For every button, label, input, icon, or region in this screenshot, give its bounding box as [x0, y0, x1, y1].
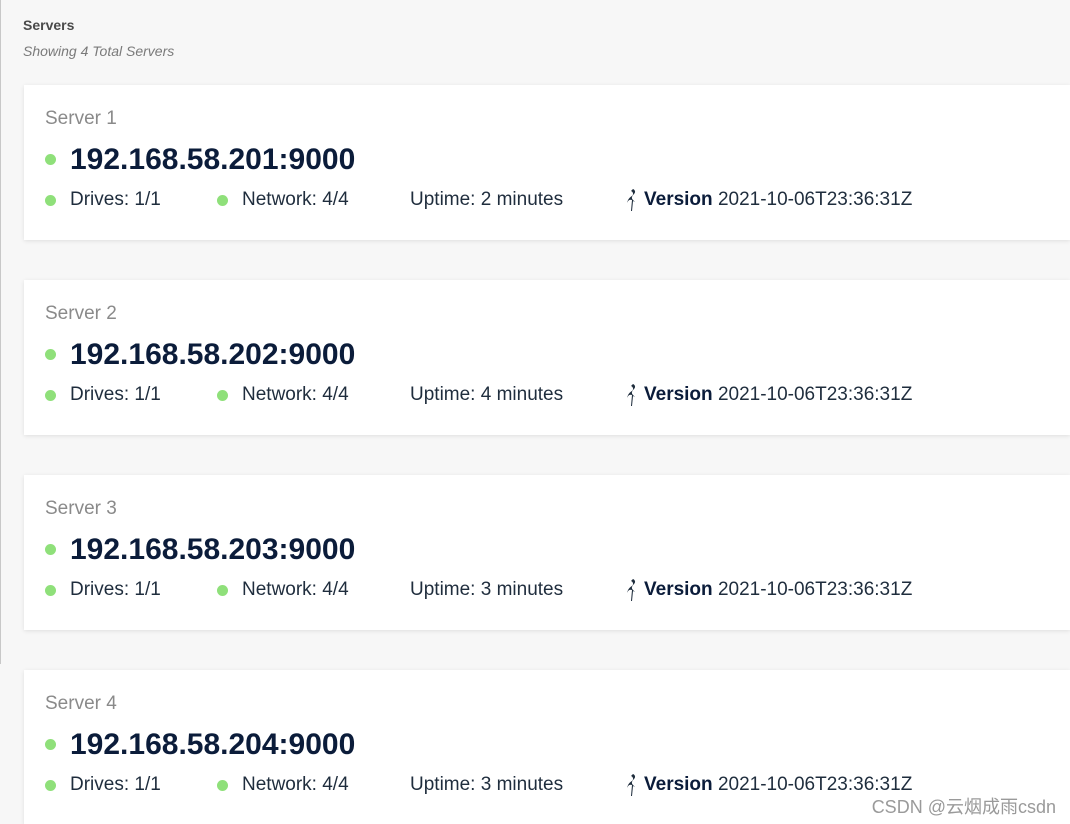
network-status-icon	[217, 585, 228, 596]
page-title: Servers	[23, 17, 75, 33]
server-status-icon	[45, 349, 56, 360]
uptime: Uptime: 2 minutes	[410, 189, 564, 210]
server-address: 192.168.58.203:9000	[70, 533, 356, 566]
version-info: Version 2021-10-06T23:36:31Z	[624, 383, 912, 407]
watermark-text: CSDN @云烟成雨csdn	[871, 797, 1056, 817]
network-count: Network: 4/4	[242, 384, 349, 405]
drives-status-icon	[45, 390, 56, 401]
version-label: Version	[644, 579, 713, 600]
drives-count: Drives: 1/1	[70, 774, 161, 795]
server-name: Server 4	[45, 693, 117, 714]
server-card[interactable]: Server 2 192.168.58.202:9000 Drives: 1/1…	[24, 280, 1070, 435]
version-info: Version 2021-10-06T23:36:31Z	[624, 578, 912, 602]
uptime: Uptime: 3 minutes	[410, 579, 564, 600]
drives-count: Drives: 1/1	[70, 189, 161, 210]
server-card[interactable]: Server 1 192.168.58.201:9000 Drives: 1/1…	[24, 85, 1070, 240]
server-metrics: Drives: 1/1 Network: 4/4 Uptime: 3 minut…	[24, 578, 1070, 602]
version-value: 2021-10-06T23:36:31Z	[717, 774, 913, 795]
uptime: Uptime: 4 minutes	[410, 384, 564, 405]
server-name: Server 3	[45, 498, 117, 519]
version-value: 2021-10-06T23:36:31Z	[717, 189, 913, 210]
network-count: Network: 4/4	[242, 774, 349, 795]
version-info: Version 2021-10-06T23:36:31Z	[624, 188, 912, 212]
network-status-icon	[217, 390, 228, 401]
uptime: Uptime: 3 minutes	[410, 774, 564, 795]
server-name: Server 2	[45, 303, 117, 324]
drives-status-icon	[45, 780, 56, 791]
network-count: Network: 4/4	[242, 579, 349, 600]
version-label: Version	[644, 189, 713, 210]
server-status-icon	[45, 739, 56, 750]
minio-bird-icon	[627, 189, 636, 211]
network-status-icon	[217, 780, 228, 791]
server-card[interactable]: Server 3 192.168.58.203:9000 Drives: 1/1…	[24, 475, 1070, 630]
drives-status-icon	[45, 195, 56, 206]
server-metrics: Drives: 1/1 Network: 4/4 Uptime: 3 minut…	[24, 773, 1070, 797]
server-count-subtitle: Showing 4 Total Servers	[23, 43, 175, 59]
version-info: Version 2021-10-06T23:36:31Z	[624, 773, 912, 797]
server-status-icon	[45, 154, 56, 165]
left-divider	[0, 0, 1, 664]
server-name: Server 1	[45, 108, 117, 129]
server-address: 192.168.58.201:9000	[70, 143, 356, 176]
server-list: Server 1 192.168.58.201:9000 Drives: 1/1…	[24, 85, 1070, 824]
version-value: 2021-10-06T23:36:31Z	[717, 384, 913, 405]
server-metrics: Drives: 1/1 Network: 4/4 Uptime: 4 minut…	[24, 383, 1070, 407]
minio-bird-icon	[627, 774, 636, 796]
server-metrics: Drives: 1/1 Network: 4/4 Uptime: 2 minut…	[24, 188, 1070, 212]
server-status-icon	[45, 544, 56, 555]
drives-status-icon	[45, 585, 56, 596]
network-status-icon	[217, 195, 228, 206]
minio-bird-icon	[627, 579, 636, 601]
version-value: 2021-10-06T23:36:31Z	[717, 579, 913, 600]
server-address: 192.168.58.202:9000	[70, 338, 356, 371]
version-label: Version	[644, 774, 713, 795]
drives-count: Drives: 1/1	[70, 384, 161, 405]
drives-count: Drives: 1/1	[70, 579, 161, 600]
server-address: 192.168.58.204:9000	[70, 728, 356, 761]
minio-bird-icon	[627, 384, 636, 406]
version-label: Version	[644, 384, 713, 405]
servers-page: Servers Showing 4 Total Servers Server 1…	[0, 0, 1070, 824]
network-count: Network: 4/4	[242, 189, 349, 210]
